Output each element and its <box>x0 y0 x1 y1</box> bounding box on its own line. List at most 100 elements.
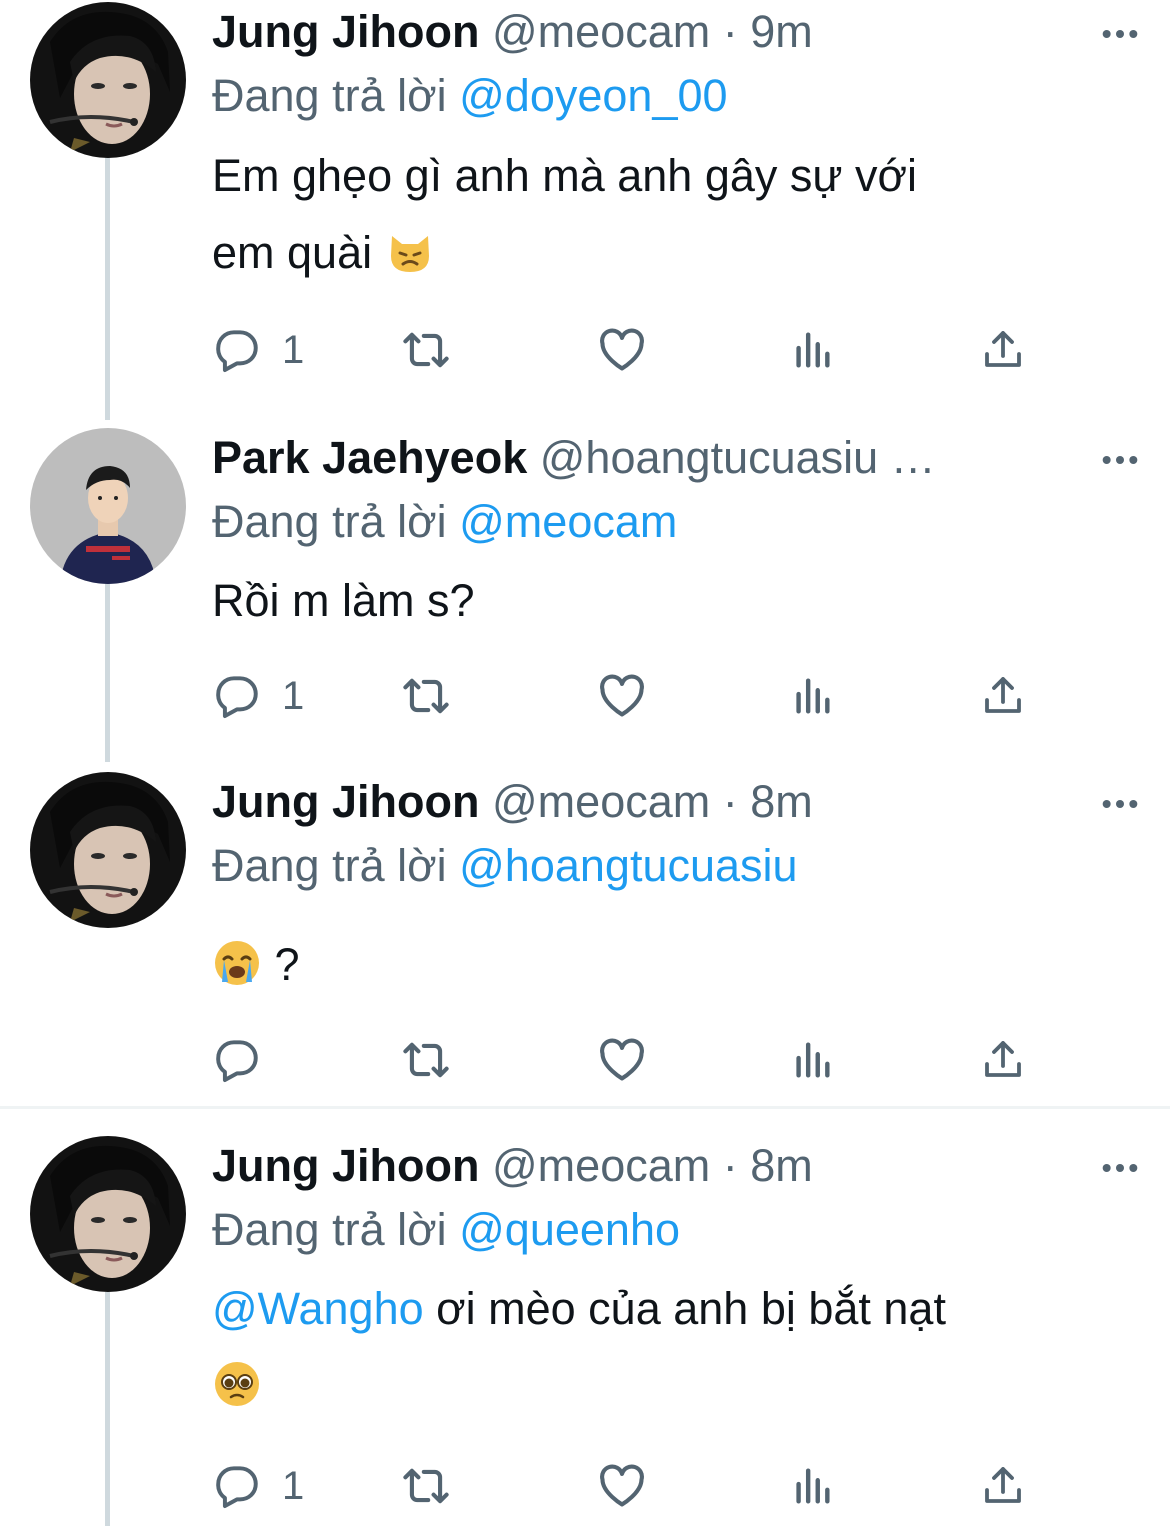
timestamp[interactable]: 9m <box>750 6 813 57</box>
more-options-icon[interactable] <box>1098 12 1142 56</box>
user-handle[interactable]: @meocam <box>492 6 710 57</box>
replying-label: Đang trả lời <box>212 1204 447 1255</box>
share-icon <box>979 672 1027 720</box>
heart-icon <box>596 1034 648 1086</box>
reply-icon <box>212 671 262 721</box>
share-button[interactable] <box>979 666 1027 726</box>
reply-mention-link[interactable]: @meocam <box>459 496 677 547</box>
tweet-text-line: @Wangho ơi mèo của anh bị bắt nạt <box>212 1270 1112 1347</box>
bar-chart-icon <box>789 1037 835 1083</box>
crying-face-icon <box>212 934 262 1011</box>
separator-dot: · <box>722 1140 738 1191</box>
share-button[interactable] <box>979 1456 1027 1516</box>
reply-icon <box>212 1461 262 1511</box>
tweet-actions: 1 <box>212 320 1052 380</box>
heart-icon <box>596 324 648 376</box>
display-name[interactable]: Jung Jihoon <box>212 1140 479 1191</box>
share-icon <box>979 326 1027 374</box>
avatar[interactable] <box>30 428 186 584</box>
replying-to: Đang trả lời @doyeon_00 <box>212 64 728 128</box>
retweet-button[interactable] <box>400 320 452 380</box>
avatar[interactable] <box>30 772 186 928</box>
views-button[interactable] <box>789 1030 835 1090</box>
replying-to: Đang trả lời @meocam <box>212 490 677 554</box>
views-button[interactable] <box>789 1456 835 1516</box>
reply-icon <box>212 325 262 375</box>
heart-icon <box>596 1460 648 1512</box>
share-button[interactable] <box>979 320 1027 380</box>
replying-label: Đang trả lời <box>212 840 447 891</box>
divider <box>0 1106 1170 1109</box>
user-handle[interactable]: @meocam <box>492 776 710 827</box>
reply-button[interactable]: 1 <box>212 320 304 380</box>
retweet-button[interactable] <box>400 666 452 726</box>
tweet-text: @Wangho ơi mèo của anh bị bắt nạt <box>212 1270 1112 1432</box>
retweet-icon <box>400 1034 452 1086</box>
display-name[interactable]: Park Jaehyeok <box>212 432 527 483</box>
replying-label: Đang trả lời <box>212 70 447 121</box>
replying-to: Đang trả lời @queenho <box>212 1198 680 1262</box>
heart-icon <box>596 670 648 722</box>
avatar[interactable] <box>30 1136 186 1292</box>
like-button[interactable] <box>596 1456 648 1516</box>
user-handle[interactable]: @hoangtucuasiu … <box>540 432 936 483</box>
tweet-actions <box>212 1030 1052 1090</box>
tweet-text-fragment: em quài <box>212 227 373 278</box>
tweet-text-fragment: ? <box>274 939 300 990</box>
reply-count: 1 <box>282 327 305 372</box>
tweet-text-line: Rồi m làm s? <box>212 575 475 626</box>
avatar[interactable] <box>30 2 186 158</box>
like-button[interactable] <box>596 1030 648 1090</box>
mention-link[interactable]: @Wangho <box>212 1283 424 1334</box>
more-options-icon[interactable] <box>1098 438 1142 482</box>
reply-button[interactable]: 1 <box>212 666 304 726</box>
replying-label: Đang trả lời <box>212 496 447 547</box>
tweet-text-line-2 <box>212 1347 1112 1432</box>
tweet-header: Jung Jihoon @meocam · 8m <box>212 1134 1080 1198</box>
retweet-button[interactable] <box>400 1030 452 1090</box>
share-button[interactable] <box>979 1030 1027 1090</box>
reply-mention-link[interactable]: @hoangtucuasiu <box>459 840 797 891</box>
more-options-icon[interactable] <box>1098 782 1142 826</box>
reply-count: 1 <box>282 673 305 718</box>
share-icon <box>979 1462 1027 1510</box>
tweet-text: Em ghẹo gì anh mà anh gây sự với em quài <box>212 137 1112 299</box>
thread-line <box>105 154 110 420</box>
reply-mention-link[interactable]: @doyeon_00 <box>459 70 727 121</box>
tweet-header: Park Jaehyeok @hoangtucuasiu … <box>212 426 1080 490</box>
tweet-actions: 1 <box>212 1456 1052 1516</box>
like-button[interactable] <box>596 666 648 726</box>
bar-chart-icon <box>789 673 835 719</box>
retweet-icon <box>400 324 452 376</box>
user-handle[interactable]: @meocam <box>492 1140 710 1191</box>
thread-line <box>105 1292 110 1526</box>
reply-mention-link[interactable]: @queenho <box>459 1204 680 1255</box>
like-button[interactable] <box>596 320 648 380</box>
bar-chart-icon <box>789 1463 835 1509</box>
display-name[interactable]: Jung Jihoon <box>212 776 479 827</box>
tweet-text-line: Em ghẹo gì anh mà anh gây sự với <box>212 150 918 201</box>
pleading-face-icon <box>212 1355 262 1432</box>
tweet-text: Rồi m làm s? <box>212 562 1112 639</box>
retweet-button[interactable] <box>400 1456 452 1516</box>
thread-line <box>105 582 110 762</box>
reply-button[interactable]: 1 <box>212 1456 304 1516</box>
bar-chart-icon <box>789 327 835 373</box>
timestamp[interactable]: 8m <box>750 776 813 827</box>
more-options-icon[interactable] <box>1098 1146 1142 1190</box>
display-name[interactable]: Jung Jihoon <box>212 6 479 57</box>
tweet-text-fragment: ơi mèo của anh bị bắt nạt <box>423 1283 946 1334</box>
tweet-header: Jung Jihoon @meocam · 9m <box>212 0 1080 64</box>
views-button[interactable] <box>789 320 835 380</box>
timestamp[interactable]: 8m <box>750 1140 813 1191</box>
tweet-actions: 1 <box>212 666 1052 726</box>
share-icon <box>979 1036 1027 1084</box>
reply-button[interactable] <box>212 1030 282 1090</box>
retweet-icon <box>400 1460 452 1512</box>
reply-icon <box>212 1035 262 1085</box>
separator-dot: · <box>722 776 738 827</box>
separator-dot: · <box>722 6 738 57</box>
tweet-header: Jung Jihoon @meocam · 8m <box>212 770 1080 834</box>
views-button[interactable] <box>789 666 835 726</box>
tweet-text-line-2: em quài <box>212 214 1112 299</box>
